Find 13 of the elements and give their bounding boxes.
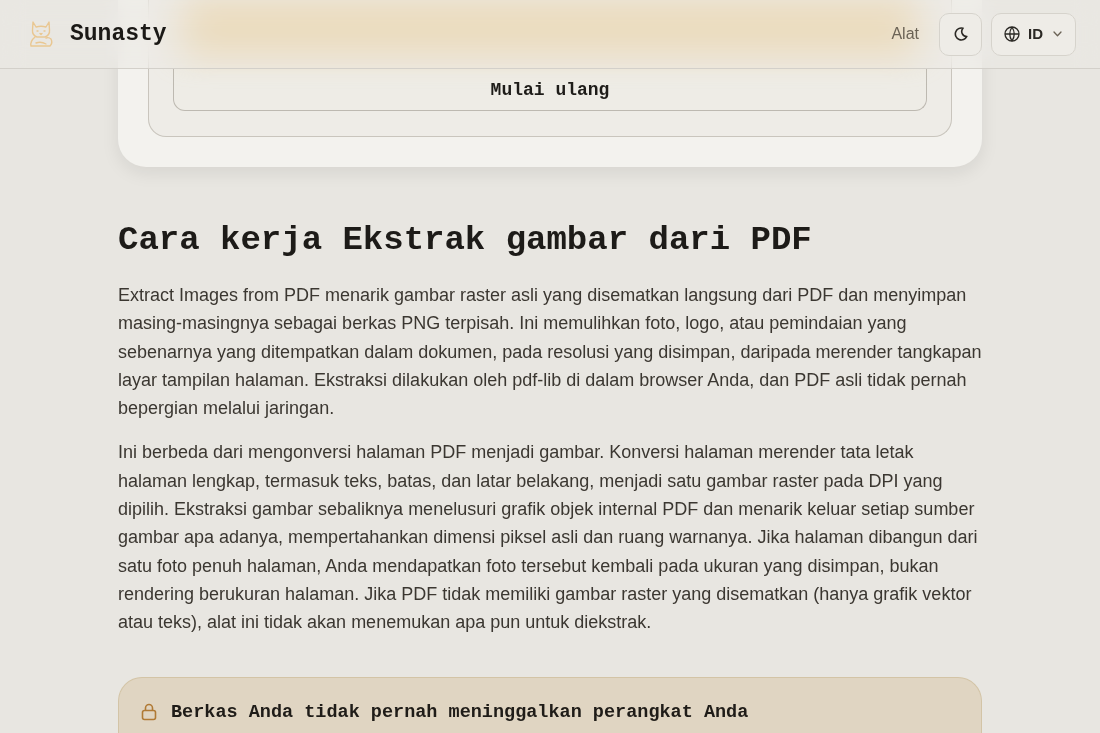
moon-icon — [953, 27, 968, 41]
reset-button[interactable]: Mulai ulang — [173, 69, 927, 111]
globe-icon — [1004, 26, 1020, 42]
chevron-down-icon — [1053, 31, 1062, 37]
nav-link[interactable]: Alat — [891, 22, 919, 46]
theme-toggle-button[interactable] — [939, 12, 982, 56]
language-button[interactable]: ID — [991, 12, 1076, 56]
lock-icon — [141, 703, 157, 722]
notice-title: Berkas Anda tidak pernah meninggalkan perangkat Anda — [171, 700, 749, 725]
body-paragraph: Extract Images from PDF menarik gambar raster asli yang disematkan langsung dari PDF dan menyimpan masing-masingnya sebagai berkas PNG terpisah. Ini memulihkan foto, logo, atau pemindaian yang sebenarnya yang ditempatkan dalam dokumen, pada resolusi yang disimpan, daripada merender tangkapan layar tampilan halaman. Ekstraksi dilakukan oleh pdf-lib di dalam browser Anda, dan PDF asli tidak pernah bepergian melalui jaringan. — [118, 284, 982, 421]
body-paragraph: Ini berbeda dari mengonversi halaman PDF menjadi gambar. Konversi halaman merender tata letak halaman lengkap, termasuk teks, batas, dan latar belakang, menjadi satu gambar raster pada DPI yang dipilih. Ekstraksi gambar sebaliknya menelusuri grafik objek internal PDF dan menarik keluar setiap sumber gambar apa adanya, mempertahankan dimensi piksel asli dan ruang warnanya. Jika halaman dibangun dari satu foto penuh halaman, Anda mendapatkan foto tersebut kembali pada ukuran yang disimpan, bukan rendering berukuran halaman. Jika PDF tidak memiliki gambar raster yang disematkan (hanya grafik vektor atau teks), alat ini tidak akan menemukan apa pun untuk diekstrak. — [118, 441, 979, 635]
brand-name: Sunasty — [70, 19, 167, 49]
section-heading: Cara kerja Ekstrak gambar dari PDF — [118, 220, 813, 261]
